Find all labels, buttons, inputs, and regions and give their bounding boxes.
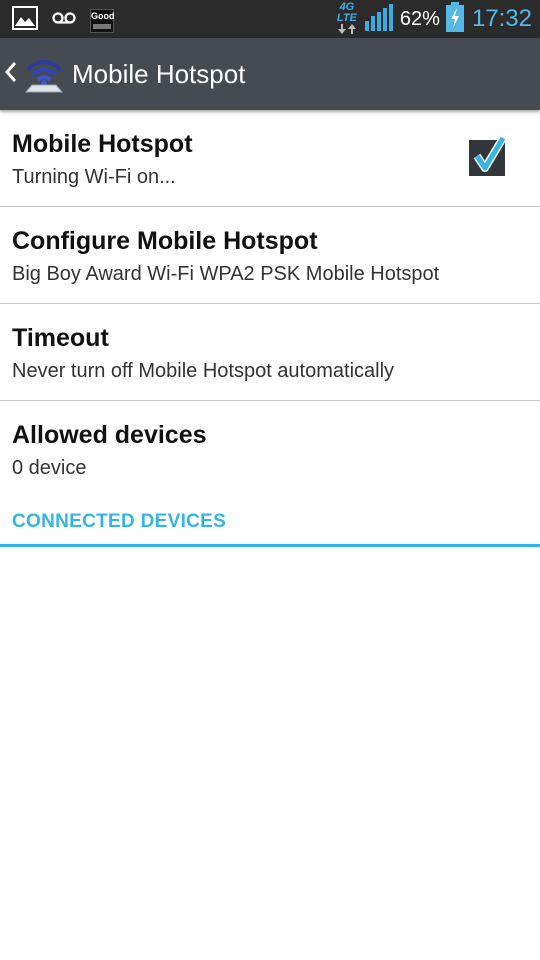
setting-allowed-devices[interactable]: Allowed devices 0 device [0,401,540,493]
hotspot-app-icon[interactable] [24,54,64,94]
signal-bars-icon [364,3,394,36]
setting-timeout[interactable]: Timeout Never turn off Mobile Hotspot au… [0,304,540,401]
settings-list: Mobile Hotspot Turning Wi-Fi on... Confi… [0,110,540,493]
data-arrows-icon [337,23,356,34]
setting-title: Mobile Hotspot [12,130,193,158]
voicemail-icon [52,11,76,30]
page-title: Mobile Hotspot [72,58,246,89]
hotspot-checkbox[interactable] [469,135,507,176]
setting-title: Allowed devices [12,421,207,449]
back-button[interactable] [4,60,18,89]
battery-percent: 62% [399,7,440,30]
setting-title: Configure Mobile Hotspot [12,227,318,255]
setting-title: Timeout [12,324,109,352]
clock: 17:32 [471,5,532,32]
setting-summary: Never turn off Mobile Hotspot automatica… [12,360,395,382]
section-title: CONNECTED DEVICES [12,511,227,532]
setting-configure-hotspot[interactable]: Configure Mobile Hotspot Big Boy Award W… [0,207,540,304]
gallery-notification-icon [12,6,38,35]
checkmark-icon [473,135,507,172]
setting-summary: Big Boy Award Wi-Fi WPA2 PSK Mobile Hots… [12,263,440,285]
setting-summary: 0 device [12,457,87,479]
setting-mobile-hotspot[interactable]: Mobile Hotspot Turning Wi-Fi on... [0,110,540,207]
connected-devices-header: CONNECTED DEVICES [0,500,540,547]
chevron-left-icon [4,61,17,82]
setting-summary: Turning Wi-Fi on... [12,166,176,188]
network-type-4g: 4G [339,0,355,13]
system-icons: 4G LTE 62% 17:32 [336,0,532,37]
network-type-indicator: 4G LTE [336,0,358,37]
network-type-lte: LTE [336,11,357,24]
good-app-icon: Good [90,8,115,33]
battery-charging-icon [445,1,464,37]
status-bar: Good 4G LTE 62% 17:32 [0,0,540,38]
notification-icons: Good [12,6,115,35]
action-bar: Mobile Hotspot [0,38,540,110]
